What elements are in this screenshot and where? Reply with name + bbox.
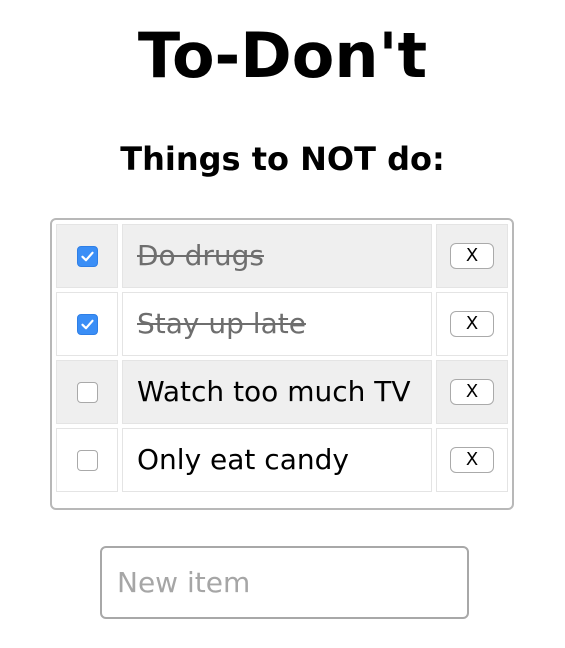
page-title: To-Don't xyxy=(137,19,428,92)
new-item-input[interactable] xyxy=(100,546,469,619)
item-checkbox[interactable] xyxy=(76,381,98,403)
page-subtitle: Things to NOT do: xyxy=(120,140,445,178)
item-checkbox[interactable] xyxy=(76,245,98,267)
table-row: Do drugs X xyxy=(56,224,508,288)
delete-button[interactable]: X xyxy=(450,311,494,337)
delete-button[interactable]: X xyxy=(450,243,494,269)
delete-cell: X xyxy=(436,428,508,492)
table-row: Only eat candy X xyxy=(56,428,508,492)
table-row: Watch too much TV X xyxy=(56,360,508,424)
checkmark-icon xyxy=(80,251,94,261)
delete-button[interactable]: X xyxy=(450,447,494,473)
item-label: Stay up late xyxy=(122,292,432,356)
checkbox-cell xyxy=(56,224,118,288)
checkmark-icon xyxy=(80,319,94,329)
todo-table: Do drugs X Stay up late X Watch too much… xyxy=(50,218,514,510)
checkbox-cell xyxy=(56,428,118,492)
delete-cell: X xyxy=(436,292,508,356)
item-label: Do drugs xyxy=(122,224,432,288)
item-label: Only eat candy xyxy=(122,428,432,492)
item-checkbox[interactable] xyxy=(76,449,98,471)
delete-cell: X xyxy=(436,224,508,288)
delete-cell: X xyxy=(436,360,508,424)
todo-app: To-Don't Things to NOT do: Do drugs X St… xyxy=(0,0,565,648)
delete-button[interactable]: X xyxy=(450,379,494,405)
item-checkbox[interactable] xyxy=(76,313,98,335)
checkbox-cell xyxy=(56,292,118,356)
item-label: Watch too much TV xyxy=(122,360,432,424)
checkbox-cell xyxy=(56,360,118,424)
table-row: Stay up late X xyxy=(56,292,508,356)
